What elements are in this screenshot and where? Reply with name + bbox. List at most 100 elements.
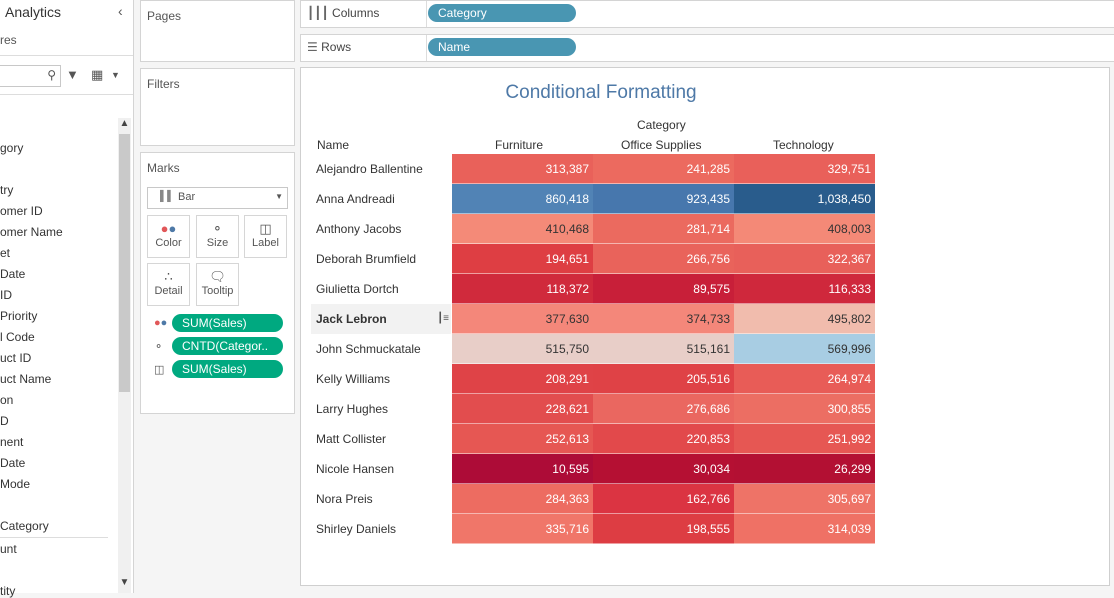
scrollbar[interactable]: ▲ ▼: [118, 118, 131, 593]
detail-button[interactable]: ∴ Detail: [147, 263, 190, 306]
heatmap-cell[interactable]: 198,555: [593, 514, 734, 544]
label-button[interactable]: ◫ Label: [244, 215, 287, 258]
scroll-down-icon[interactable]: ▼: [118, 577, 131, 588]
heatmap-cell[interactable]: 208,291: [452, 364, 593, 394]
label-pill[interactable]: SUM(Sales): [172, 360, 283, 378]
heatmap-cell[interactable]: 276,686: [593, 394, 734, 424]
row-name-label[interactable]: Jack Lebron ┃≡: [311, 304, 451, 334]
dimension-field[interactable]: gory: [0, 141, 23, 155]
heatmap-cell[interactable]: 322,367: [734, 244, 875, 274]
heatmap-cell[interactable]: 252,613: [452, 424, 593, 454]
heatmap-cell[interactable]: 495,802: [734, 304, 875, 334]
dimension-field[interactable]: omer Name: [0, 225, 63, 239]
heatmap-cell[interactable]: 266,756: [593, 244, 734, 274]
heatmap-cell[interactable]: 264,974: [734, 364, 875, 394]
heatmap-cell[interactable]: 284,363: [452, 484, 593, 514]
heatmap-cell[interactable]: 118,372: [452, 274, 593, 304]
dimension-field[interactable]: uct ID: [0, 351, 31, 365]
heatmap-cell[interactable]: 313,387: [452, 154, 593, 184]
sort-icon[interactable]: ┃≡: [437, 304, 449, 334]
search-input[interactable]: ⚲: [0, 65, 61, 87]
heatmap-cell[interactable]: 241,285: [593, 154, 734, 184]
rows-pill[interactable]: Name: [428, 38, 576, 56]
column-header-office-supplies[interactable]: Office Supplies: [621, 138, 702, 152]
heatmap-cell[interactable]: 194,651: [452, 244, 593, 274]
row-name-label[interactable]: Giulietta Dortch: [311, 274, 451, 304]
chevron-down-icon[interactable]: ▼: [111, 70, 120, 80]
heatmap-cell[interactable]: 923,435: [593, 184, 734, 214]
filter-icon[interactable]: ▼: [66, 67, 79, 82]
dimension-field[interactable]: Date: [0, 267, 25, 281]
dimension-field[interactable]: try: [0, 183, 13, 197]
row-name-label[interactable]: Matt Collister: [311, 424, 451, 454]
measure-field[interactable]: unt: [0, 542, 17, 556]
heatmap-cell[interactable]: 515,750: [452, 334, 593, 364]
scroll-up-icon[interactable]: ▲: [118, 118, 131, 129]
collapse-pane-icon[interactable]: ‹: [118, 3, 123, 19]
row-name-label[interactable]: Anna Andreadi: [311, 184, 451, 214]
row-name-label[interactable]: Deborah Brumfield: [311, 244, 451, 274]
heatmap-cell[interactable]: 26,299: [734, 454, 875, 484]
scroll-thumb[interactable]: [119, 134, 130, 392]
filters-shelf[interactable]: Filters: [140, 68, 295, 146]
heatmap-cell[interactable]: 860,418: [452, 184, 593, 214]
chevron-down-icon: ▼: [275, 192, 283, 201]
heatmap-cell[interactable]: 569,996: [734, 334, 875, 364]
row-name-label[interactable]: Nicole Hansen: [311, 454, 451, 484]
heatmap-cell[interactable]: 374,733: [593, 304, 734, 334]
view-list-icon[interactable]: ▦: [91, 67, 103, 83]
heatmap-cell[interactable]: 314,039: [734, 514, 875, 544]
dimension-field[interactable]: nent: [0, 435, 23, 449]
heatmap-cell[interactable]: 30,034: [593, 454, 734, 484]
dimension-field[interactable]: uct Name: [0, 372, 51, 386]
heatmap-cell[interactable]: 335,716: [452, 514, 593, 544]
heatmap-cell[interactable]: 408,003: [734, 214, 875, 244]
heatmap-cell[interactable]: 162,766: [593, 484, 734, 514]
heatmap-cell[interactable]: 251,992: [734, 424, 875, 454]
rows-shelf[interactable]: ☰ Rows Name: [300, 34, 1114, 62]
heatmap-cell[interactable]: 377,630: [452, 304, 593, 334]
columns-pill[interactable]: Category: [428, 4, 576, 22]
dimension-field[interactable]: et: [0, 246, 10, 260]
row-name-label[interactable]: Larry Hughes: [311, 394, 451, 424]
dimension-field[interactable]: ID: [0, 288, 12, 302]
heatmap-cell[interactable]: 281,714: [593, 214, 734, 244]
color-pill[interactable]: SUM(Sales): [172, 314, 283, 332]
row-name-label[interactable]: Shirley Daniels: [311, 514, 451, 544]
analytics-tab[interactable]: Analytics: [5, 4, 61, 20]
row-name-label[interactable]: Anthony Jacobs: [311, 214, 451, 244]
color-button[interactable]: ●● Color: [147, 215, 190, 258]
column-header-technology[interactable]: Technology: [773, 138, 834, 152]
heatmap-cell[interactable]: 205,516: [593, 364, 734, 394]
dimension-field[interactable]: omer ID: [0, 204, 43, 218]
heatmap-cell[interactable]: 89,575: [593, 274, 734, 304]
dimension-field[interactable]: Mode: [0, 477, 30, 491]
heatmap-cell[interactable]: 410,468: [452, 214, 593, 244]
heatmap-cell[interactable]: 116,333: [734, 274, 875, 304]
heatmap-cell[interactable]: 329,751: [734, 154, 875, 184]
dimension-field[interactable]: on: [0, 393, 13, 407]
dimension-field[interactable]: Date: [0, 456, 25, 470]
heatmap-cell[interactable]: 515,161: [593, 334, 734, 364]
dimension-field[interactable]: l Code: [0, 330, 35, 344]
heatmap-cell[interactable]: 305,697: [734, 484, 875, 514]
row-name-label[interactable]: Kelly Williams: [311, 364, 451, 394]
pages-shelf[interactable]: Pages: [140, 0, 295, 62]
heatmap-cell[interactable]: 220,853: [593, 424, 734, 454]
row-name-label[interactable]: John Schmuckatale: [311, 334, 451, 364]
heatmap-cell[interactable]: 228,621: [452, 394, 593, 424]
dimension-field[interactable]: D: [0, 414, 9, 428]
heatmap-cell[interactable]: 300,855: [734, 394, 875, 424]
size-pill[interactable]: CNTD(Categor..: [172, 337, 283, 355]
heatmap-cell[interactable]: 1,038,450: [734, 184, 875, 214]
columns-shelf[interactable]: ┃┃┃ Columns Category: [300, 0, 1114, 28]
dimension-field[interactable]: Priority: [0, 309, 37, 323]
row-name-label[interactable]: Alejandro Ballentine: [311, 154, 451, 184]
row-name-label[interactable]: Nora Preis: [311, 484, 451, 514]
heatmap-cell[interactable]: 10,595: [452, 454, 593, 484]
mark-type-dropdown[interactable]: ▌▌ Bar ▼: [147, 187, 288, 209]
column-header-furniture[interactable]: Furniture: [495, 138, 543, 152]
measure-field[interactable]: tity: [0, 584, 15, 598]
size-button[interactable]: ⚬ Size: [196, 215, 239, 258]
tooltip-button[interactable]: 🗨 Tooltip: [196, 263, 239, 306]
